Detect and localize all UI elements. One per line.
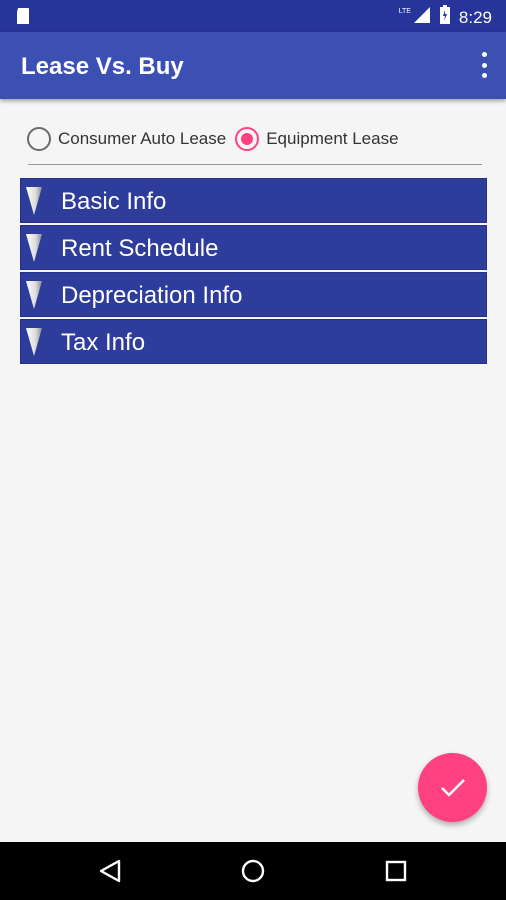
status-indicators: LTE 8:29 bbox=[399, 5, 492, 30]
radio-label[interactable]: Consumer Auto Lease bbox=[58, 129, 226, 149]
expand-arrow-icon bbox=[26, 328, 42, 356]
page-title: Lease Vs. Buy bbox=[21, 53, 184, 80]
clock: 8:29 bbox=[458, 7, 492, 27]
equipment-lease-option[interactable]: Equipment Lease bbox=[235, 127, 399, 151]
lease-type-radio-group: Consumer Auto Lease Equipment Lease bbox=[27, 124, 487, 154]
section-header-depreciation-info[interactable]: Depreciation Info bbox=[20, 272, 487, 317]
more-vert-icon[interactable] bbox=[478, 52, 490, 78]
check-icon bbox=[440, 778, 465, 797]
signal-icon bbox=[413, 6, 431, 29]
divider bbox=[28, 164, 482, 165]
expand-arrow-icon bbox=[26, 234, 42, 262]
navigation-bar bbox=[0, 842, 506, 900]
section-label: Rent Schedule bbox=[61, 235, 219, 262]
submit-fab-button[interactable] bbox=[418, 753, 487, 822]
recents-icon[interactable] bbox=[385, 860, 407, 882]
network-type-label: LTE bbox=[398, 8, 411, 15]
section-label: Depreciation Info bbox=[61, 282, 243, 309]
section-label: Basic Info bbox=[61, 188, 167, 215]
section-label: Tax Info bbox=[61, 329, 146, 356]
section-header-basic-info[interactable]: Basic Info bbox=[20, 178, 487, 223]
section-header-rent-schedule[interactable]: Rent Schedule bbox=[20, 225, 487, 270]
back-icon[interactable] bbox=[97, 858, 123, 884]
radio-unchecked-icon[interactable] bbox=[27, 127, 51, 151]
home-icon[interactable] bbox=[240, 858, 266, 884]
radio-checked-icon[interactable] bbox=[235, 127, 260, 151]
sd-card-icon bbox=[14, 7, 32, 30]
battery-icon bbox=[439, 5, 451, 30]
expand-arrow-icon bbox=[26, 187, 42, 215]
section-list: Basic Info Rent Schedule Depreciation In… bbox=[20, 178, 487, 364]
consumer-auto-lease-option[interactable]: Consumer Auto Lease bbox=[27, 127, 226, 151]
expand-arrow-icon bbox=[26, 281, 42, 309]
status-bar: LTE 8:29 bbox=[0, 0, 506, 32]
radio-label[interactable]: Equipment Lease bbox=[266, 129, 398, 149]
app-bar: Lease Vs. Buy bbox=[0, 32, 506, 99]
section-header-tax-info[interactable]: Tax Info bbox=[20, 319, 487, 364]
